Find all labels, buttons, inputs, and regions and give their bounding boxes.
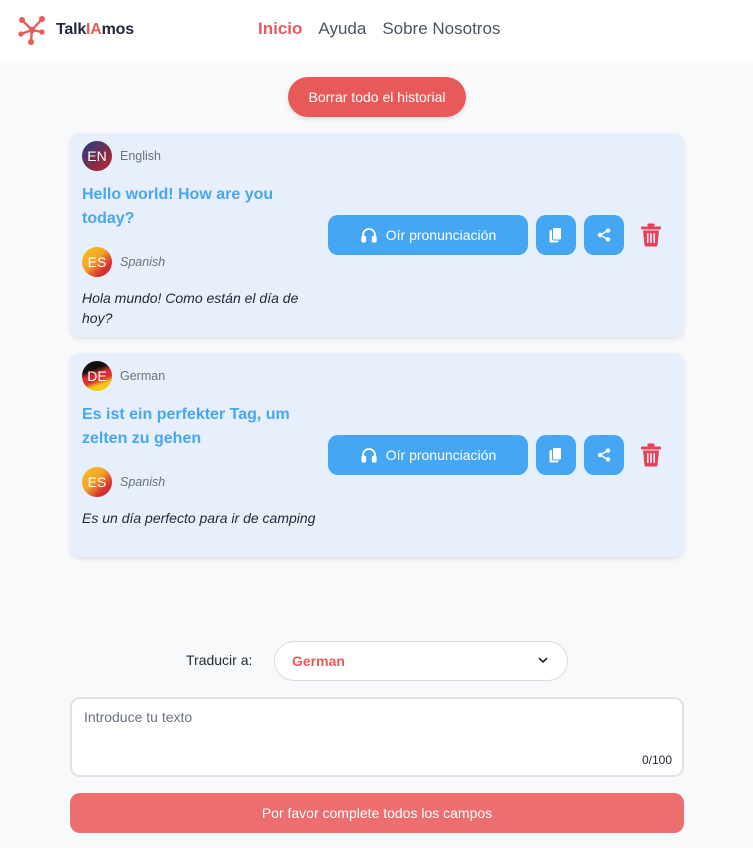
headphones-icon xyxy=(361,448,377,463)
listen-label: Oír pronunciación xyxy=(385,227,497,243)
share-icon xyxy=(597,228,611,242)
target-flag: ES xyxy=(82,247,112,277)
chevron-down-icon xyxy=(538,657,548,663)
copy-icon xyxy=(549,447,562,463)
copy-button[interactable] xyxy=(536,215,576,255)
source-flag: DE xyxy=(82,361,112,391)
nav-link-sobre-nosotros[interactable]: Sobre Nosotros xyxy=(382,19,500,39)
delete-entry-button[interactable] xyxy=(639,222,663,248)
clear-history-button[interactable]: Borrar todo el historial xyxy=(288,77,466,117)
history-card: EN English Hello world! How are you toda… xyxy=(70,133,684,337)
listen-pronunciation-button[interactable]: Oír pronunciación xyxy=(328,215,528,255)
logo[interactable]: TalkIAmos xyxy=(16,14,134,46)
source-flag: EN xyxy=(82,141,112,171)
target-language: Spanish xyxy=(120,475,166,489)
app-name-part1: Talk xyxy=(56,21,87,38)
delete-entry-button[interactable] xyxy=(639,442,663,468)
submit-button[interactable]: Por favor complete todos los campos xyxy=(70,793,684,833)
source-text: Es ist ein perfekter Tag, um zelten zu g… xyxy=(82,406,290,447)
listen-label: Oír pronunciación xyxy=(385,447,497,463)
app-name-part2: mos xyxy=(101,21,135,38)
share-button[interactable] xyxy=(584,215,624,255)
listen-pronunciation-button[interactable]: Oír pronunciación xyxy=(328,435,528,475)
nav-link-ayuda[interactable]: Ayuda xyxy=(318,19,366,39)
copy-button[interactable] xyxy=(536,435,576,475)
text-input-box: 0/100 xyxy=(70,697,684,777)
header: TalkIAmos Inicio Ayuda Sobre Nosotros xyxy=(0,0,753,61)
main-nav: Inicio Ayuda Sobre Nosotros xyxy=(258,19,500,39)
source-language: German xyxy=(120,369,166,383)
translated-text: Hola mundo! Como están el día de hoy? xyxy=(82,290,299,326)
share-button[interactable] xyxy=(584,435,624,475)
trash-icon xyxy=(641,443,661,467)
logo-icon xyxy=(18,16,45,45)
target-language-select[interactable]: German xyxy=(274,641,568,681)
history-card: DE German Es ist ein perfekter Tag, um z… xyxy=(70,353,684,557)
source-language: English xyxy=(120,149,161,163)
translate-to-label: Traducir a: xyxy=(186,652,253,668)
app-name-accent: IA xyxy=(86,21,102,38)
share-icon xyxy=(597,448,611,462)
character-counter: 0/100 xyxy=(641,753,672,767)
headphones-icon xyxy=(361,228,377,243)
target-language: Spanish xyxy=(120,255,166,269)
source-text: Hello world! How are you today? xyxy=(82,186,274,227)
nav-link-inicio[interactable]: Inicio xyxy=(258,19,302,39)
copy-icon xyxy=(549,227,562,243)
selected-language: German xyxy=(292,653,345,669)
translated-text: Es un día perfecto para ir de camping xyxy=(82,510,316,526)
app-name: TalkIAmos xyxy=(56,21,134,39)
trash-icon xyxy=(641,223,661,247)
target-flag: ES xyxy=(82,467,112,497)
text-input[interactable] xyxy=(84,709,669,749)
